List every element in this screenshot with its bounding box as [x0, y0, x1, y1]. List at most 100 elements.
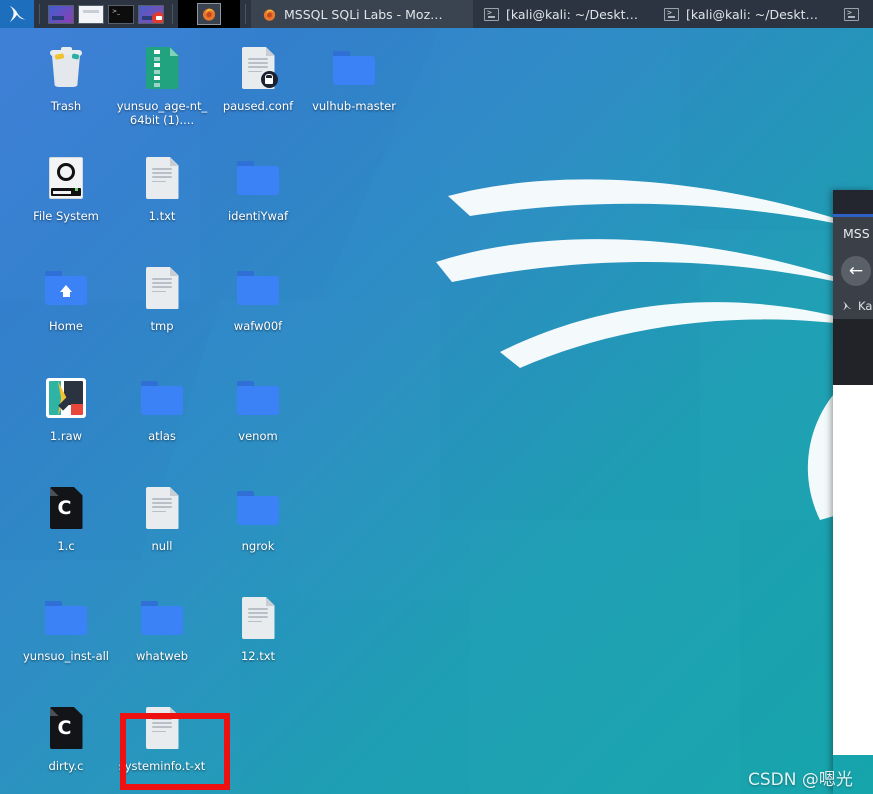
- task-button-firefox[interactable]: MSSQL SQLi Labs - Moz…: [251, 0, 473, 28]
- workspace-4[interactable]: [138, 4, 164, 24]
- icon-label: paused.conf: [222, 99, 294, 113]
- task-label-terminal-2: [kali@kali: ~/Desktop]: [686, 6, 822, 22]
- lock-icon: [260, 71, 278, 88]
- c-source-file-icon: C: [49, 487, 83, 529]
- icon-art: [42, 264, 90, 312]
- firefox-page-content[interactable]: [833, 385, 873, 755]
- workspace-switcher[interactable]: >_: [45, 4, 167, 24]
- icon-label: tmp: [150, 319, 174, 333]
- firefox-toolbar-gap: [833, 319, 873, 385]
- icon-art: [234, 264, 282, 312]
- firefox-icon: [203, 8, 215, 21]
- arrow-left-icon: ←: [848, 261, 864, 281]
- task-button-terminal-3[interactable]: [833, 0, 873, 28]
- workspace-2[interactable]: [78, 4, 104, 24]
- desktop-icon-ngrok[interactable]: ngrok: [210, 476, 306, 586]
- icon-label: atlas: [148, 429, 176, 443]
- icon-label: yunsuo_age-nt_64bit (1)....: [116, 99, 208, 127]
- kali-menu-button[interactable]: [0, 0, 34, 28]
- recording-indicator-icon: [152, 11, 163, 23]
- icon-art: [234, 44, 282, 92]
- icon-label: whatweb: [135, 649, 189, 663]
- firefox-tab[interactable]: MSS: [833, 217, 873, 249]
- panel-separator-2: [172, 4, 173, 24]
- raw-image-file-icon: [46, 378, 86, 418]
- desktop-icon-1-txt[interactable]: 1.txt: [114, 146, 210, 256]
- window-task-list[interactable]: MSSQL SQLi Labs - Moz… [kali@kali: ~/Des…: [251, 0, 873, 28]
- icon-label: Trash: [50, 99, 82, 113]
- task-button-terminal-2[interactable]: [kali@kali: ~/Desktop]: [653, 0, 833, 28]
- icon-label: File System: [33, 209, 99, 223]
- terminal-icon: [484, 7, 499, 21]
- folder-icon: [237, 381, 279, 415]
- desktop-icon-grid[interactable]: Trash yunsuo_age-nt_64bit (1).... paused.c…: [0, 28, 440, 794]
- desktop-icon-vulhub-master[interactable]: vulhub-master: [306, 36, 402, 146]
- icon-art: [138, 594, 186, 642]
- folder-icon: [333, 51, 375, 85]
- kali-dragon-icon: [9, 5, 26, 23]
- desktop-icon-file-system[interactable]: File System: [18, 146, 114, 256]
- desktop-icon-12-txt[interactable]: 12.txt: [210, 586, 306, 696]
- terminal-icon: [664, 7, 679, 21]
- terminal-icon: [844, 7, 859, 21]
- trash-icon: [49, 47, 83, 88]
- desktop-icon-1-c[interactable]: C 1.c: [18, 476, 114, 586]
- desktop-icon-paused-conf[interactable]: paused.conf: [210, 36, 306, 146]
- icon-label: vulhub-master: [312, 99, 396, 113]
- task-label-terminal-1: [kali@kali: ~/Desktop]: [506, 6, 642, 22]
- firefox-titlebar[interactable]: [833, 190, 873, 214]
- text-file-icon: [145, 707, 179, 749]
- icon-label: venom: [238, 429, 278, 443]
- icon-art: [138, 44, 186, 92]
- task-label-firefox: MSSQL SQLi Labs - Moz…: [284, 6, 443, 22]
- text-file-icon: [241, 597, 275, 639]
- icon-label: dirty.c: [48, 759, 84, 773]
- top-panel[interactable]: >_ MSSQL SQLi Labs - Moz… [kali@k: [0, 0, 873, 28]
- panel-separator-3: [245, 4, 246, 24]
- icon-label: systeminfo.t-xt: [118, 759, 206, 773]
- desktop-icon-whatweb[interactable]: whatweb: [114, 586, 210, 696]
- desktop-icon-home[interactable]: Home: [18, 256, 114, 366]
- icon-art: C: [42, 704, 90, 752]
- firefox-bookmarks-bar[interactable]: Ka: [833, 293, 873, 319]
- desktop-icon-yunsuo-inst-all[interactable]: yunsuo_inst-all: [18, 586, 114, 696]
- icon-label: 1.c: [57, 539, 75, 553]
- firefox-launcher-button[interactable]: [197, 3, 221, 25]
- desktop-icon-atlas[interactable]: atlas: [114, 366, 210, 476]
- launcher-area[interactable]: [178, 0, 240, 28]
- desktop-icon-venom[interactable]: venom: [210, 366, 306, 476]
- c-source-file-icon: C: [49, 707, 83, 749]
- text-file-icon: [145, 157, 179, 199]
- desktop-icon-1-raw[interactable]: 1.raw: [18, 366, 114, 476]
- firefox-window[interactable]: MSS ← Ka: [833, 190, 873, 794]
- workspace-1[interactable]: [48, 4, 74, 24]
- desktop-icon-tmp[interactable]: tmp: [114, 256, 210, 366]
- locked-file-icon: [241, 47, 278, 89]
- desktop-icon-wafw00f[interactable]: wafw00f: [210, 256, 306, 366]
- icon-art: [42, 154, 90, 202]
- folder-icon: [45, 601, 87, 635]
- back-button[interactable]: ←: [841, 256, 871, 286]
- icon-art: [42, 374, 90, 422]
- firefox-toolbar[interactable]: ←: [833, 249, 873, 293]
- icon-art: [138, 154, 186, 202]
- panel-separator-1: [39, 4, 40, 24]
- icon-art: [234, 374, 282, 422]
- icon-art: [234, 154, 282, 202]
- desktop-icon-dirty-c[interactable]: Cdirty.c: [18, 696, 114, 794]
- desktop-icon-identiywaf[interactable]: identiYwaf: [210, 146, 306, 256]
- task-button-terminal-1[interactable]: [kali@kali: ~/Desktop]: [473, 0, 653, 28]
- desktop-icon-systeminfo-t-xt[interactable]: systeminfo.t-xt: [114, 696, 210, 794]
- desktop-icon-yunsuo-age-nt-64bit-1[interactable]: yunsuo_age-nt_64bit (1)....: [114, 36, 210, 146]
- icon-label: yunsuo_inst-all: [22, 649, 110, 663]
- icon-art: [42, 44, 90, 92]
- file-system-drive-icon: [49, 157, 83, 199]
- desktop-icon-null[interactable]: null: [114, 476, 210, 586]
- icon-label: 1.txt: [148, 209, 176, 223]
- icon-label: identiYwaf: [227, 209, 289, 223]
- icon-label: ngrok: [241, 539, 275, 553]
- workspace-3[interactable]: >_: [108, 4, 134, 24]
- folder-icon: [237, 491, 279, 525]
- folder-icon: [237, 161, 279, 195]
- desktop-icon-trash[interactable]: Trash: [18, 36, 114, 146]
